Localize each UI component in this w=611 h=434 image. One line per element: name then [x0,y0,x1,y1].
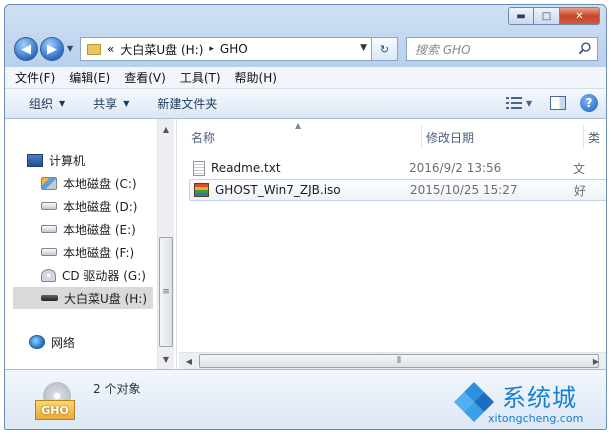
file-name-cell: GHOST_Win7_ZJB.iso [190,183,410,197]
nav-item-label: 本地磁盘 (F:) [63,245,135,260]
organize-label: 组织 [29,97,54,111]
system-drive-icon [41,176,57,190]
gho-folder-icon: GHO [35,382,75,420]
file-name-cell: Readme.txt [189,160,409,176]
column-header-label: 修改日期 [426,130,475,145]
file-row[interactable]: Readme.txt 2016/9/2 13:56 文 [189,157,606,179]
menu-file[interactable]: 文件(F) [15,69,55,86]
address-bar[interactable]: « 大白菜U盘 (H:) ▸ GHO ▼ [80,37,372,61]
breadcrumb-separator-icon[interactable]: ▸ [209,44,214,54]
nav-item-label: 本地磁盘 (E:) [63,222,136,237]
nav-item-label: 本地磁盘 (D:) [63,199,138,214]
view-details-icon [506,97,522,109]
recent-pages-dropdown[interactable]: ▼ [67,44,73,53]
chevron-down-icon: ▼ [526,98,533,108]
breadcrumb-overflow[interactable]: « [107,42,114,56]
nav-item-label: 本地磁盘 (C:) [63,176,137,191]
file-name: Readme.txt [211,161,281,175]
address-row: ◀ ▶ ▼ « 大白菜U盘 (H:) ▸ GHO ▼ ↻ 搜索 GHO [5,31,606,67]
maximize-button[interactable]: □ [534,7,560,25]
back-arrow-icon: ◀ [21,41,31,57]
search-icon[interactable] [577,41,592,56]
scroll-down-icon[interactable]: ▼ [158,351,174,367]
explorer-window: ▬ □ ✕ ◀ ▶ ▼ « 大白菜U盘 (H:) ▸ GHO ▼ ↻ 搜索 GH… [4,4,607,430]
address-dropdown-icon[interactable]: ▼ [360,43,367,53]
watermark-url: xitongcheng.com [488,412,584,425]
breadcrumb-folder[interactable]: GHO [220,42,248,56]
scroll-left-icon[interactable]: ◀ [181,353,197,369]
menu-bar: 文件(F) 编辑(E) 查看(V) 工具(T) 帮助(H) [5,67,606,89]
column-header-type[interactable]: 类 [583,125,606,149]
file-name: GHOST_Win7_ZJB.iso [215,183,341,197]
back-button[interactable]: ◀ [14,37,38,61]
share-label: 共享 [93,97,118,111]
hard-drive-icon [41,225,57,233]
search-placeholder: 搜索 GHO [415,42,471,57]
folder-icon [87,43,101,55]
column-header-date[interactable]: 修改日期 [421,125,581,149]
help-icon[interactable]: ? [580,94,598,112]
nav-item-label: CD 驱动器 (G:) [62,268,146,283]
file-list-pane: ▲ 名称 修改日期 类 Readme.txt 2016/9/2 13:56 文 [179,119,606,369]
file-row[interactable]: GHOST_Win7_ZJB.iso 2015/10/25 15:27 好 [189,179,606,201]
caption-buttons: ▬ □ ✕ [508,7,600,25]
file-type: 文 [573,161,586,176]
scroll-thumb[interactable]: ⦀ [199,354,599,368]
command-bar-right: ▼ ? [506,93,598,113]
watermark-title: 系统城 [502,384,577,412]
menu-tools[interactable]: 工具(T) [180,69,221,86]
file-date: 2015/10/25 15:27 [410,183,518,197]
column-header-name[interactable]: 名称 [191,125,416,149]
forward-button[interactable]: ▶ [40,37,64,61]
nav-item-label: 计算机 [49,153,86,168]
nav-item-computer[interactable]: 计算机 [27,149,177,171]
search-input[interactable]: 搜索 GHO [406,37,598,61]
column-header-label: 类 [588,130,601,145]
file-horizontal-scrollbar[interactable]: ◀ ⦀ ▶ [179,352,606,369]
scroll-up-icon[interactable]: ▲ [158,121,174,137]
gho-label: GHO [35,400,75,420]
scroll-thumb[interactable]: ≡ [159,237,173,347]
nav-item-label: 网络 [51,335,76,350]
file-date: 2016/9/2 13:56 [409,161,502,175]
preview-pane-button[interactable] [550,96,566,110]
refresh-button[interactable]: ↻ [372,37,398,61]
iso-file-icon [194,183,209,197]
menu-view[interactable]: 查看(V) [124,69,166,86]
new-folder-label: 新建文件夹 [157,97,218,111]
share-button[interactable]: 共享 ▼ [93,95,129,112]
breadcrumb-drive[interactable]: 大白菜U盘 (H:) [120,41,203,58]
hard-drive-icon [41,202,57,210]
file-type: 好 [574,183,587,198]
text-file-icon [193,160,205,176]
computer-icon [27,153,43,167]
change-view-button[interactable]: ▼ [506,93,536,113]
item-count: 2 个对象 [93,382,141,396]
chevron-down-icon: ▼ [59,99,66,108]
organize-button[interactable]: 组织 ▼ [29,95,65,112]
hard-drive-icon [41,248,57,256]
nav-vertical-scrollbar[interactable]: ▲ ≡ ▼ [157,119,174,369]
usb-drive-icon [41,295,58,301]
network-icon [29,335,45,349]
content-area: 计算机 本地磁盘 (C:) 本地磁盘 (D:) 本地磁盘 (E:) 本地磁盘 (… [5,119,606,369]
watermark: 系统城 xitongcheng.com [448,378,608,432]
cd-drive-icon [41,268,56,282]
chevron-down-icon: ▼ [123,99,130,108]
navigation-pane: 计算机 本地磁盘 (C:) 本地磁盘 (D:) 本地磁盘 (E:) 本地磁盘 (… [5,119,177,369]
refresh-icon: ↻ [379,42,390,56]
scroll-right-icon[interactable]: ▶ [588,353,604,369]
close-button[interactable]: ✕ [560,7,600,25]
minimize-button[interactable]: ▬ [508,7,534,25]
column-header-label: 名称 [191,130,216,145]
menu-help[interactable]: 帮助(H) [235,69,277,86]
nav-item-label: 大白菜U盘 (H:) [64,291,148,306]
menu-edit[interactable]: 编辑(E) [69,69,110,86]
nav-item-drive-h[interactable]: 大白菜U盘 (H:) [13,287,153,309]
forward-arrow-icon: ▶ [47,41,57,57]
command-bar: 组织 ▼ 共享 ▼ 新建文件夹 ▼ ? [5,89,606,119]
new-folder-button[interactable]: 新建文件夹 [157,95,217,112]
